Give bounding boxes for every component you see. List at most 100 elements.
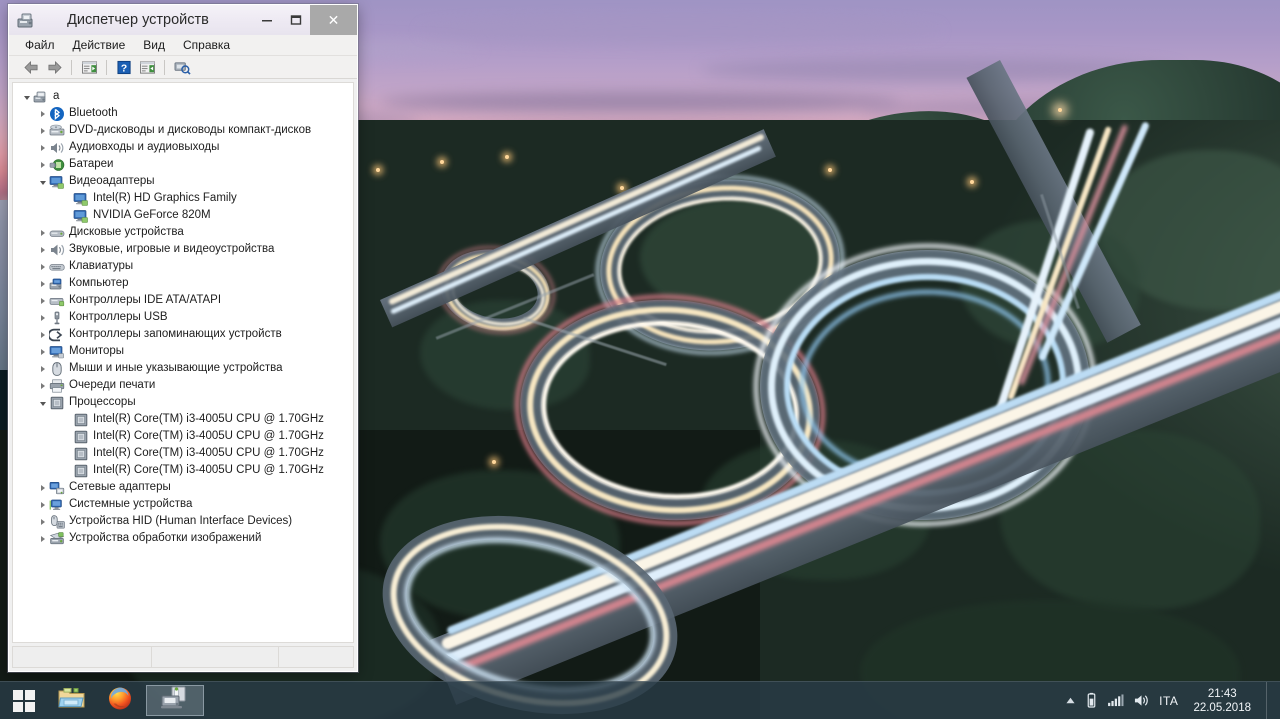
tree-node-category[interactable]: Bluetooth: [13, 105, 353, 122]
chevron-right-icon[interactable]: [37, 275, 49, 292]
tree-node-category[interactable]: Дисковые устройства: [13, 224, 353, 241]
tree-node-category[interactable]: Очереди печати: [13, 377, 353, 394]
tree-node-device[interactable]: Intel(R) Core(TM) i3-4005U CPU @ 1.70GHz: [13, 445, 353, 462]
device-tree[interactable]: a Bluetooth DVD-дисководы и дисководы ком…: [13, 83, 353, 547]
window-controls[interactable]: ✕: [252, 5, 357, 35]
tree-node-device[interactable]: Intel(R) HD Graphics Family: [13, 190, 353, 207]
chevron-down-icon[interactable]: [37, 394, 49, 411]
taskbar-item-device-manager[interactable]: [146, 685, 204, 716]
tree-node-device[interactable]: Intel(R) Core(TM) i3-4005U CPU @ 1.70GHz: [13, 411, 353, 428]
computer-icon: [33, 89, 49, 105]
taskbar[interactable]: ITA 21:43 22.05.2018: [0, 681, 1280, 719]
show-hide-console-tree-icon[interactable]: [79, 58, 99, 77]
menu-action[interactable]: Действие: [73, 38, 126, 52]
tree-node-device[interactable]: NVIDIA GeForce 820M: [13, 207, 353, 224]
desktop: Диспетчер устройств ✕ Файл Действие Вид …: [0, 0, 1280, 719]
tree-node-category[interactable]: Мониторы: [13, 343, 353, 360]
chevron-right-icon[interactable]: [37, 360, 49, 377]
menu-file[interactable]: Файл: [25, 38, 55, 52]
tree-node-category[interactable]: Контроллеры запоминающих устройств: [13, 326, 353, 343]
show-hidden-icons-button[interactable]: [1065, 696, 1076, 705]
chevron-right-icon[interactable]: [37, 139, 49, 156]
chevron-right-icon[interactable]: [37, 343, 49, 360]
chevron-right-icon[interactable]: [37, 258, 49, 275]
window-menubar[interactable]: Файл Действие Вид Справка: [9, 35, 357, 56]
tree-node-category[interactable]: Мыши и иные указывающие устройства: [13, 360, 353, 377]
taskbar-item-firefox[interactable]: [96, 682, 144, 719]
disk-drive-icon: [49, 225, 65, 241]
printer-icon: [49, 378, 65, 394]
tree-node-category[interactable]: Аудиовходы и аудиовыходы: [13, 139, 353, 156]
chevron-right-icon[interactable]: [37, 309, 49, 326]
back-icon[interactable]: [21, 58, 41, 77]
device-tree-pane[interactable]: a Bluetooth DVD-дисководы и дисководы ком…: [12, 82, 354, 643]
chevron-down-icon[interactable]: [21, 88, 33, 105]
forward-icon[interactable]: [44, 58, 64, 77]
system-tray[interactable]: ITA 21:43 22.05.2018: [1065, 681, 1280, 719]
chevron-right-icon[interactable]: [37, 122, 49, 139]
chevron-right-icon[interactable]: [37, 513, 49, 530]
chevron-right-icon[interactable]: [37, 241, 49, 258]
tree-node-category[interactable]: Сетевые адаптеры: [13, 479, 353, 496]
tree-node-category[interactable]: Устройства обработки изображений: [13, 530, 353, 547]
sound-device-icon: [49, 242, 65, 258]
battery-icon: [49, 157, 65, 173]
close-button[interactable]: ✕: [310, 5, 357, 35]
start-button[interactable]: [0, 682, 48, 719]
device-manager-icon: [15, 10, 37, 32]
chevron-right-icon[interactable]: [37, 326, 49, 343]
taskbar-item-file-explorer[interactable]: [48, 682, 96, 719]
chevron-right-icon[interactable]: [37, 530, 49, 547]
bluetooth-icon: [49, 106, 65, 122]
tree-node-category[interactable]: Системные устройства: [13, 496, 353, 513]
menu-help[interactable]: Справка: [183, 38, 230, 52]
tree-node-device[interactable]: Intel(R) Core(TM) i3-4005U CPU @ 1.70GHz: [13, 462, 353, 479]
chevron-right-icon[interactable]: [37, 377, 49, 394]
maximize-button[interactable]: [281, 5, 310, 35]
separator-icon: [106, 59, 107, 75]
battery-icon[interactable]: [1085, 692, 1098, 709]
tree-node-category[interactable]: Контроллеры USB: [13, 309, 353, 326]
wifi-icon[interactable]: [1107, 694, 1124, 707]
tree-node-category[interactable]: Контроллеры IDE ATA/ATAPI: [13, 292, 353, 309]
tree-node-label: Контроллеры USB: [69, 311, 168, 323]
device-manager-window[interactable]: Диспетчер устройств ✕ Файл Действие Вид …: [8, 4, 358, 672]
chevron-right-icon[interactable]: [37, 224, 49, 241]
properties-icon[interactable]: [137, 58, 157, 77]
language-indicator[interactable]: ITA: [1159, 694, 1178, 708]
clock[interactable]: 21:43 22.05.2018: [1187, 687, 1257, 715]
tree-children[interactable]: Bluetooth DVD-дисководы и дисководы компа…: [13, 105, 353, 547]
tree-node-category[interactable]: Процессоры: [13, 394, 353, 411]
tree-node-category[interactable]: Компьютер: [13, 275, 353, 292]
chevron-right-icon[interactable]: [37, 479, 49, 496]
tree-node-label: Видеоадаптеры: [69, 175, 155, 187]
tree-node-device[interactable]: Intel(R) Core(TM) i3-4005U CPU @ 1.70GHz: [13, 428, 353, 445]
tree-node-category[interactable]: DVD-дисководы и дисководы компакт-дисков: [13, 122, 353, 139]
chevron-right-icon[interactable]: [37, 496, 49, 513]
wallpaper-light: [440, 160, 444, 164]
chevron-right-icon[interactable]: [37, 105, 49, 122]
chevron-right-icon[interactable]: [37, 156, 49, 173]
tree-node-category[interactable]: Батареи: [13, 156, 353, 173]
tree-node-category[interactable]: Видеоадаптеры: [13, 173, 353, 190]
help-icon[interactable]: ?: [114, 58, 134, 77]
wallpaper-light: [505, 155, 509, 159]
volume-icon[interactable]: [1133, 693, 1150, 708]
menu-view[interactable]: Вид: [143, 38, 165, 52]
tree-node-category[interactable]: Устройства HID (Human Interface Devices): [13, 513, 353, 530]
tree-node-label: Устройства обработки изображений: [69, 532, 262, 544]
scan-hardware-changes-icon[interactable]: [172, 58, 192, 77]
tree-node-category[interactable]: Клавиатуры: [13, 258, 353, 275]
minimize-button[interactable]: [252, 5, 281, 35]
tree-node-label: DVD-дисководы и дисководы компакт-дисков: [69, 124, 312, 136]
chevron-right-icon[interactable]: [37, 292, 49, 309]
tree-node-root[interactable]: a: [13, 88, 353, 105]
show-desktop-button[interactable]: [1266, 681, 1274, 719]
window-titlebar[interactable]: Диспетчер устройств ✕: [9, 5, 357, 35]
window-toolbar[interactable]: ?: [9, 56, 357, 79]
chevron-down-icon[interactable]: [37, 173, 49, 190]
tree-node-category[interactable]: Звуковые, игровые и видеоустройства: [13, 241, 353, 258]
processor-icon: [73, 412, 89, 428]
